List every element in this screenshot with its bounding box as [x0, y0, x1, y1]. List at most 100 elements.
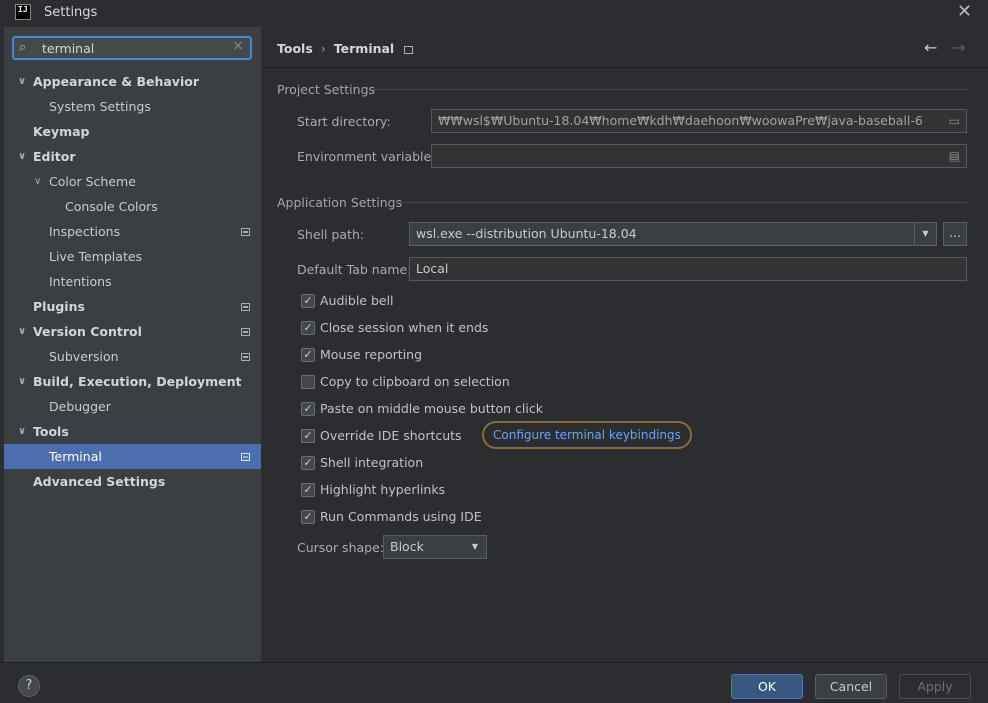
- sidebar-item-appearance-behavior[interactable]: ∨ Appearance & Behavior: [4, 69, 261, 94]
- shell-path-value: wsl.exe --distribution Ubuntu-18.04: [416, 226, 637, 241]
- apply-button[interactable]: Apply: [899, 674, 971, 699]
- close-icon[interactable]: ✕: [957, 1, 972, 22]
- sidebar-item-console-colors[interactable]: Console Colors: [4, 194, 261, 219]
- start-directory-value: ₩₩wsl$₩Ubuntu-18.04₩home₩kdh₩daehoon₩woo…: [438, 113, 923, 128]
- intellij-app-icon: IJ: [15, 4, 31, 20]
- sidebar-item-label: Intentions: [49, 274, 112, 289]
- chevron-down-icon[interactable]: ∨: [34, 169, 41, 194]
- chevron-down-icon[interactable]: ∨: [18, 319, 26, 344]
- breadcrumb: Tools › Terminal: [277, 41, 414, 56]
- shell-path-combo[interactable]: wsl.exe --distribution Ubuntu-18.04 ▼: [409, 222, 937, 246]
- checkbox-copy-clipboard[interactable]: [301, 375, 315, 389]
- terminal-settings-panel: Tools › Terminal ← → Project Settings Star…: [262, 27, 988, 662]
- browse-button[interactable]: ...: [943, 222, 967, 246]
- chevron-down-icon[interactable]: ∨: [18, 144, 26, 169]
- sidebar-item-keymap[interactable]: Keymap: [4, 119, 261, 144]
- sidebar-item-label: Color Scheme: [49, 174, 136, 189]
- chevron-down-icon[interactable]: ▼: [914, 223, 936, 245]
- application-settings-title: Application Settings: [277, 195, 403, 210]
- breadcrumb-parent[interactable]: Tools: [277, 41, 313, 56]
- cursor-shape-combo[interactable]: Block ▼: [383, 535, 487, 559]
- sidebar-item-label: Keymap: [33, 124, 90, 139]
- checkbox-shell-integration[interactable]: ✓: [301, 456, 315, 470]
- section-divider: [394, 202, 967, 203]
- checkbox-run-commands-ide[interactable]: ✓: [301, 510, 315, 524]
- default-tab-name-label: Default Tab name:: [297, 262, 412, 277]
- breadcrumb-current: Terminal: [333, 41, 395, 56]
- sidebar-item-advanced-settings[interactable]: Advanced Settings: [4, 469, 261, 494]
- breadcrumb-separator: ›: [320, 41, 326, 56]
- sidebar-item-label: Debugger: [49, 399, 111, 414]
- search-input[interactable]: [42, 40, 222, 57]
- checkbox-audible-bell[interactable]: ✓: [301, 294, 315, 308]
- sidebar-item-version-control[interactable]: ∨ Version Control: [4, 319, 261, 344]
- sidebar-item-label: Tools: [33, 424, 69, 439]
- project-scope-icon: [404, 45, 414, 54]
- sidebar-item-system-settings[interactable]: System Settings: [4, 94, 261, 119]
- cursor-shape-label: Cursor shape:: [297, 540, 384, 555]
- settings-sidebar: ⌕ × ∨ Appearance & Behavior System Setti…: [4, 27, 261, 662]
- sidebar-item-label: Subversion: [49, 349, 119, 364]
- sidebar-item-label: Console Colors: [65, 199, 158, 214]
- project-scope-icon: [241, 303, 250, 311]
- sidebar-item-color-scheme[interactable]: ∨ Color Scheme: [4, 169, 261, 194]
- chevron-down-icon[interactable]: ∨: [18, 69, 26, 94]
- sidebar-item-label: Plugins: [33, 299, 85, 314]
- sidebar-item-label: Appearance & Behavior: [33, 74, 199, 89]
- checkbox-override-ide-shortcuts[interactable]: ✓: [301, 429, 315, 443]
- forward-arrow-icon[interactable]: →: [952, 38, 965, 57]
- environment-variables-label: Environment variables:: [297, 149, 442, 164]
- checkbox-label: Copy to clipboard on selection: [320, 374, 510, 389]
- project-scope-icon: [241, 453, 250, 461]
- checkbox-label: Shell integration: [320, 455, 424, 470]
- sidebar-item-intentions[interactable]: Intentions: [4, 269, 261, 294]
- shell-path-label: Shell path:: [297, 227, 365, 242]
- project-scope-icon: [241, 228, 250, 236]
- clear-icon[interactable]: ×: [232, 38, 244, 54]
- start-directory-field[interactable]: ₩₩wsl$₩Ubuntu-18.04₩home₩kdh₩daehoon₩woo…: [431, 109, 967, 133]
- environment-variables-field[interactable]: ▤: [431, 144, 967, 168]
- sidebar-item-label: Version Control: [33, 324, 142, 339]
- checkbox-close-session[interactable]: ✓: [301, 321, 315, 335]
- checkbox-label: Override IDE shortcuts: [320, 428, 462, 443]
- sidebar-item-editor[interactable]: ∨ Editor: [4, 144, 261, 169]
- start-directory-label: Start directory:: [297, 114, 391, 129]
- chevron-down-icon[interactable]: ▼: [464, 536, 486, 558]
- chevron-down-icon[interactable]: ∨: [18, 369, 26, 394]
- dialog-footer: ? OK Cancel Apply: [0, 662, 988, 703]
- cancel-button[interactable]: Cancel: [815, 674, 887, 699]
- checkbox-label: Mouse reporting: [320, 347, 423, 362]
- configure-terminal-keybindings-link[interactable]: Configure terminal keybindings: [482, 421, 692, 449]
- checkbox-mouse-reporting[interactable]: ✓: [301, 348, 315, 362]
- ok-button[interactable]: OK: [731, 674, 803, 699]
- help-button[interactable]: ?: [18, 675, 40, 697]
- sidebar-item-subversion[interactable]: Subversion: [4, 344, 261, 369]
- sidebar-item-inspections[interactable]: Inspections: [4, 219, 261, 244]
- title-bar: IJ Settings ✕: [0, 0, 988, 25]
- sidebar-item-debugger[interactable]: Debugger: [4, 394, 261, 419]
- folder-icon[interactable]: ▭: [949, 110, 960, 132]
- chevron-down-icon[interactable]: ∨: [18, 419, 26, 444]
- section-divider: [372, 89, 967, 90]
- sidebar-item-label: System Settings: [49, 99, 151, 114]
- checkbox-label: Close session when it ends: [320, 320, 489, 335]
- sidebar-item-live-templates[interactable]: Live Templates: [4, 244, 261, 269]
- default-tab-name-field[interactable]: Local: [409, 257, 967, 281]
- checkbox-highlight-hyperlinks[interactable]: ✓: [301, 483, 315, 497]
- sidebar-item-label: Build, Execution, Deployment: [33, 374, 242, 389]
- sidebar-item-label: Editor: [33, 149, 76, 164]
- sidebar-item-plugins[interactable]: Plugins: [4, 294, 261, 319]
- sidebar-item-terminal[interactable]: Terminal: [4, 444, 261, 469]
- sidebar-item-build-execution-deployment[interactable]: ∨ Build, Execution, Deployment: [4, 369, 261, 394]
- search-box[interactable]: ⌕ ×: [12, 36, 252, 60]
- sidebar-item-label: Terminal: [49, 449, 102, 464]
- checkbox-label: Highlight hyperlinks: [320, 482, 446, 497]
- checkbox-label: Run Commands using IDE: [320, 509, 482, 524]
- document-icon[interactable]: ▤: [949, 145, 960, 167]
- search-icon: ⌕: [19, 40, 27, 55]
- checkbox-paste-middle-click[interactable]: ✓: [301, 402, 315, 416]
- project-settings-title: Project Settings: [277, 82, 376, 97]
- sidebar-item-tools[interactable]: ∨ Tools: [4, 419, 261, 444]
- sidebar-item-label: Inspections: [49, 224, 121, 239]
- back-arrow-icon[interactable]: ←: [924, 38, 937, 57]
